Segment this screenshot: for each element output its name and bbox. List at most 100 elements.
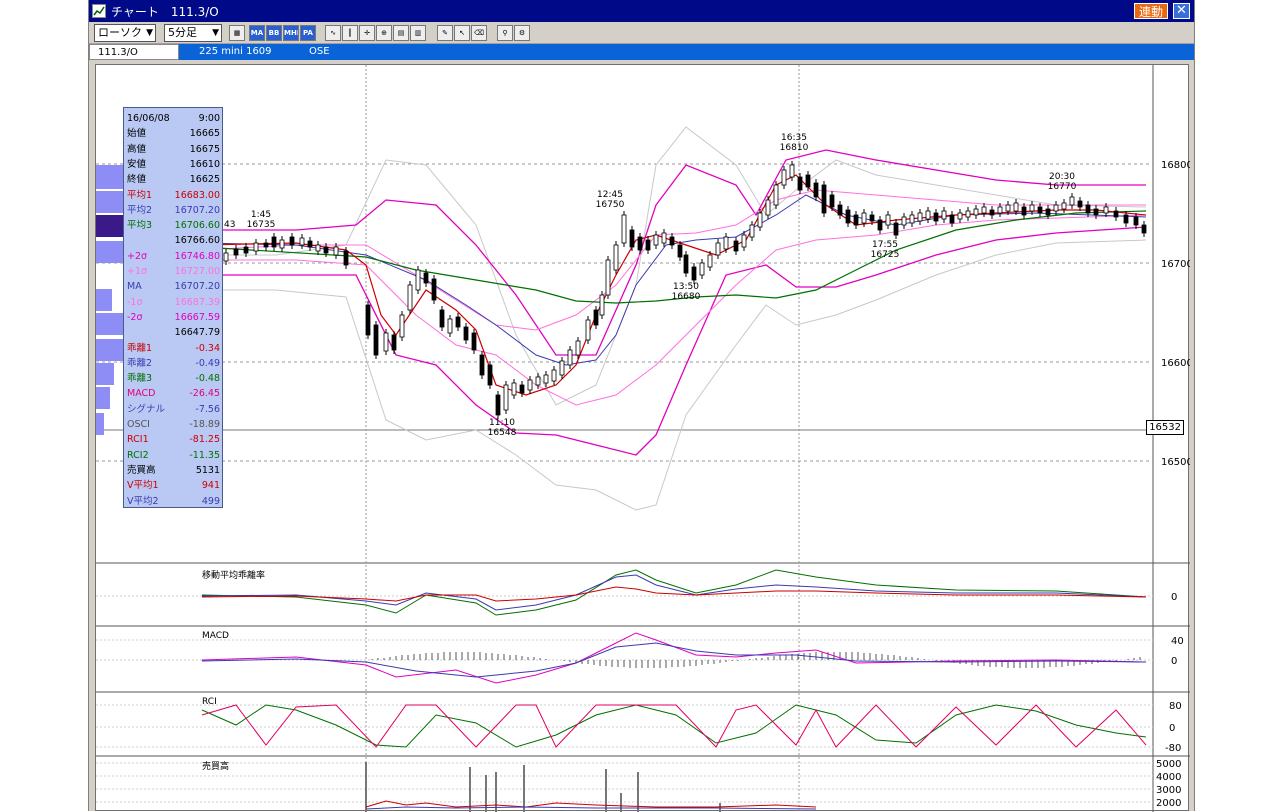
chart-type-select[interactable]: ローソク ▼	[94, 24, 156, 42]
volume-tick: 2000	[1156, 798, 1181, 809]
candle-body	[605, 259, 611, 296]
deviation-pane-title: 移動平均乖離率	[202, 571, 266, 581]
interval-value: 5分足	[168, 26, 197, 39]
bar-icon[interactable]: ▥	[410, 25, 426, 41]
data-window-value: -0.49	[195, 357, 220, 369]
data-window-value: 16707.20	[174, 281, 220, 293]
data-window-row: 16766.60	[127, 233, 220, 248]
data-window-label: -1σ	[127, 296, 143, 308]
candle-body	[773, 184, 779, 206]
chevron-down-icon: ▼	[212, 28, 219, 38]
chart-area[interactable]: 16800 16700 16600 16500 1:45 16735 11:10 16548 1…	[95, 64, 1190, 812]
data-window-label: +2σ	[127, 250, 148, 262]
bollinger-lower-3sigma	[202, 239, 1147, 511]
rci2-line	[201, 704, 1147, 748]
candle-body	[391, 334, 397, 351]
data-window-row: 平均1 16683.00	[127, 188, 220, 203]
candle-body	[1037, 206, 1043, 214]
annotation-price: 16735	[247, 220, 276, 230]
pen-icon[interactable]: ✎	[437, 25, 453, 41]
toolbar: ローソク ▼ 5分足 ▼ ▦ MA BB MHE PA ∿ ┃ ✛ ⊕ ▤ ▥ …	[89, 22, 1194, 44]
candle-body	[821, 184, 827, 214]
rci-pane-title: RCI	[202, 697, 217, 707]
data-window-label: 乖離1	[127, 342, 153, 354]
title-bar[interactable]: チャート 111.3/O 連動 ✕	[89, 0, 1194, 22]
chart-window: チャート 111.3/O 連動 ✕ ローソク ▼ 5分足 ▼ ▦ MA BB M…	[88, 0, 1195, 812]
price-chart[interactable]: 16800 16700 16600 16500 1:4516735 11:1016548 1…	[96, 65, 1190, 812]
rci-tick: 0	[1169, 723, 1175, 734]
annotation-time: 11:10	[489, 418, 515, 428]
print-icon[interactable]: ▤	[393, 25, 409, 41]
candle-body	[707, 254, 713, 268]
pa-button[interactable]: PA	[300, 25, 316, 41]
candle-body	[917, 212, 923, 222]
settings-icon[interactable]: ⚙	[514, 25, 530, 41]
layout-icon[interactable]: ▦	[229, 25, 245, 41]
data-window: 16/06/08 9:00 始値 16665 高値 16675 安値 16610 終値 16625…	[123, 107, 223, 508]
current-price-tag: 16532	[1146, 420, 1184, 435]
data-window-row: +2σ 16746.80	[127, 249, 220, 264]
ma2-line	[201, 194, 1147, 366]
data-window-value: 16675	[189, 143, 220, 155]
deviation-tick: 0	[1171, 592, 1177, 603]
candle-body	[243, 246, 249, 254]
line-icon[interactable]: ∿	[325, 25, 341, 41]
candle-body	[941, 210, 947, 220]
symbol-code[interactable]: 111.3/O	[89, 44, 179, 60]
candle-body	[749, 224, 755, 238]
candle-body	[781, 169, 787, 186]
candle-body	[699, 262, 705, 276]
candle-body	[637, 236, 643, 251]
annotation-time: 20:30	[1049, 172, 1075, 182]
candle-body	[797, 176, 803, 191]
candle-body	[669, 236, 675, 246]
candle-body	[741, 234, 747, 248]
data-window-row: -2σ 16667.59	[127, 310, 220, 325]
candle-body	[973, 208, 979, 216]
annotation-price: 16548	[488, 428, 517, 438]
candle-body	[837, 204, 843, 216]
candle-body	[805, 174, 811, 188]
candle-body	[765, 199, 771, 216]
close-button[interactable]: ✕	[1173, 3, 1190, 19]
candle-body	[253, 242, 259, 252]
candle-body	[271, 236, 277, 248]
link-button[interactable]: 連動	[1133, 3, 1168, 19]
candle-body	[365, 304, 371, 336]
candle-body	[455, 316, 461, 328]
candle-body	[471, 332, 477, 351]
candle-icon[interactable]: ┃	[342, 25, 358, 41]
volume-pane-title: 売買高	[202, 762, 230, 772]
data-window-value: 16683.00	[174, 189, 220, 201]
cursor-icon[interactable]: ✛	[359, 25, 375, 41]
mhe-button[interactable]: MHE	[283, 25, 299, 41]
candle-body	[629, 229, 635, 248]
annotation-price: 16810	[780, 143, 809, 153]
candle-body	[645, 239, 651, 251]
rci-tick: -80	[1165, 743, 1181, 754]
candle-body	[423, 272, 429, 284]
bb-button[interactable]: BB	[266, 25, 282, 41]
eraser-icon[interactable]: ⌫	[471, 25, 487, 41]
volume-tick: 5000	[1156, 759, 1181, 770]
ma-button[interactable]: MA	[249, 25, 265, 41]
data-window-row: 始値 16665	[127, 126, 220, 141]
candle-body	[613, 244, 619, 271]
volume-tick: 3000	[1156, 785, 1181, 796]
select-icon[interactable]: ↖	[454, 25, 470, 41]
zoom-icon[interactable]: ⊕	[376, 25, 392, 41]
data-window-value: 16746.80	[174, 250, 220, 262]
candle-body	[981, 206, 987, 214]
chart-app-icon	[92, 4, 106, 18]
data-window-row: RCI1 -81.25	[127, 432, 220, 447]
data-window-row: 乖離3 -0.48	[127, 371, 220, 386]
data-window-label: 安値	[127, 158, 147, 170]
candle-body	[1045, 208, 1051, 216]
interval-select[interactable]: 5分足 ▼	[164, 24, 222, 42]
search-icon[interactable]: ⚲	[497, 25, 513, 41]
candle-body	[599, 294, 605, 316]
candle-body	[343, 250, 349, 266]
candle-body	[829, 194, 835, 208]
data-window-row: 高値 16675	[127, 142, 220, 157]
candle-body	[1077, 200, 1083, 208]
